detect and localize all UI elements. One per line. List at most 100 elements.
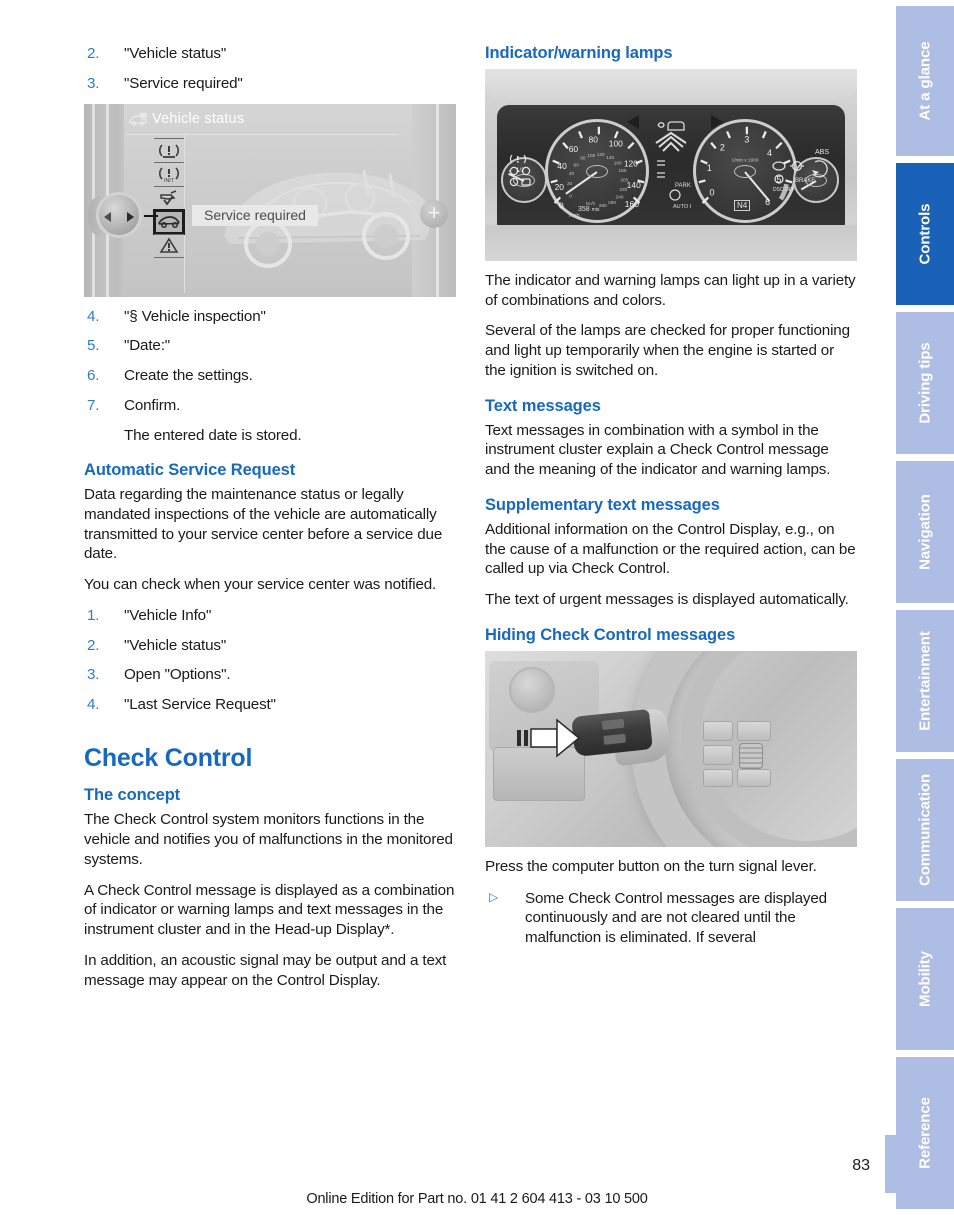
- svg-text:120: 120: [597, 152, 605, 157]
- step-text: "Vehicle status": [124, 636, 227, 654]
- screen-title: Vehicle status: [152, 110, 245, 127]
- manual-page: 2. "Vehicle status" 3. "Service required…: [0, 0, 954, 1215]
- step-number: 1.: [87, 606, 100, 624]
- vehicle-icon: [129, 112, 147, 126]
- paragraph: The indicator and warning lamps can ligh…: [485, 271, 856, 309]
- list-item: 7. Confirm. The entered date is stored.: [84, 396, 456, 446]
- center-indicator-strip: PARK AUTO H: [651, 113, 694, 229]
- step-text: "Service required": [124, 74, 243, 92]
- sidebar-item-at-a-glance[interactable]: At a glance: [896, 6, 954, 156]
- bullet-text: Some Check Control messages are displaye…: [525, 889, 827, 947]
- sidebar-item-mobility[interactable]: Mobility: [896, 908, 954, 1050]
- bullet-list: ▷ Some Check Control messages are displa…: [485, 889, 857, 948]
- sidebar-item-reference[interactable]: Reference: [896, 1057, 954, 1209]
- tab-label: Navigation: [916, 494, 934, 570]
- warning-lamps-left: [509, 153, 545, 198]
- paragraph: The Check Control system monitors functi…: [84, 811, 453, 868]
- svg-text:100: 100: [609, 138, 623, 148]
- svg-text:140: 140: [606, 155, 614, 160]
- list-item: 2. "Vehicle status": [84, 44, 456, 64]
- paragraph: In addition, an acoustic signal may be o…: [84, 951, 447, 989]
- service-required-tooltip: Service required: [192, 204, 318, 226]
- svg-text:280: 280: [599, 203, 607, 208]
- list-item: 3. Open "Options".: [84, 665, 456, 685]
- paragraph: Data regarding the maintenance status or…: [84, 486, 443, 563]
- list-item: 4. "§ Vehicle inspection": [84, 307, 456, 327]
- callout-line: [144, 214, 158, 217]
- step-number: 6.: [87, 367, 100, 384]
- list-item: 5. "Date:": [84, 336, 456, 356]
- svg-text:0: 0: [569, 193, 572, 198]
- sidebar-item-entertainment[interactable]: Entertainment: [896, 610, 954, 752]
- svg-text:PARK: PARK: [675, 183, 691, 189]
- divider: [184, 134, 185, 293]
- sidebar-item-navigation[interactable]: Navigation: [896, 461, 954, 603]
- paragraph: A Check Control message is displayed as …: [84, 881, 455, 939]
- svg-text:60: 60: [574, 162, 580, 167]
- svg-text:260: 260: [608, 200, 616, 205]
- svg-text:20: 20: [555, 182, 565, 192]
- gear-indicator: N4: [734, 199, 751, 211]
- step-number: 2.: [87, 636, 100, 654]
- sidebar-item-communication[interactable]: Communication: [896, 759, 954, 901]
- list-item: 6. Create the settings.: [84, 366, 456, 386]
- svg-text:0: 0: [559, 201, 564, 211]
- page-edge-marker: [885, 1135, 896, 1193]
- speedometer: 0 20 40 60 80 100 120 140 160 mph 0 20 4…: [545, 118, 649, 223]
- steps-list-bottom: 4. "§ Vehicle inspection" 5. "Date:" 6. …: [84, 307, 456, 446]
- abs-lamp-label: ABS: [814, 148, 829, 156]
- heading-indicator-warning-lamps: Indicator/warning lamps: [485, 44, 673, 62]
- step-number: 5.: [87, 337, 100, 355]
- svg-text:80: 80: [580, 156, 586, 161]
- tab-label: At a glance: [916, 41, 934, 121]
- triangle-bullet-icon: ▷: [489, 889, 499, 904]
- cluster-face: 1/2 0 20 40 60 80 100 120 140 160 mph 0 …: [497, 104, 850, 260]
- step-text: Confirm.: [124, 396, 181, 414]
- cluster-base: [485, 224, 857, 261]
- step-number: 4.: [87, 307, 100, 325]
- status-icon-column: INIT: [154, 137, 184, 258]
- paragraph: Press the computer button on the turn si…: [485, 857, 817, 875]
- svg-text:2: 2: [720, 142, 725, 152]
- car-service-icon[interactable]: [154, 209, 184, 234]
- list-item: 4. "Last Service Request": [84, 695, 456, 715]
- left-column: 2. "Vehicle status" 3. "Service required…: [84, 44, 456, 1001]
- step-text: Create the settings.: [124, 367, 253, 384]
- svg-text:60: 60: [569, 144, 579, 154]
- light-switch-knob: [509, 666, 555, 713]
- general-warning-icon[interactable]: [154, 233, 184, 258]
- idrive-controller-icon[interactable]: [96, 191, 142, 238]
- page-number: 83: [852, 1157, 870, 1174]
- step-text: "Date:": [124, 337, 171, 355]
- svg-text:INIT: INIT: [164, 178, 175, 183]
- chapter-tab-sidebar: At a glance Controls Driving tips Naviga…: [896, 0, 954, 1215]
- turn-signal-lever-figure: [485, 650, 857, 847]
- sidebar-item-controls[interactable]: Controls: [896, 163, 954, 305]
- svg-text:220: 220: [619, 187, 627, 192]
- svg-text:180: 180: [619, 168, 627, 173]
- heading-the-concept: The concept: [84, 786, 181, 805]
- svg-text:160: 160: [625, 199, 639, 209]
- svg-text:40: 40: [557, 161, 567, 171]
- tire-pressure-init-icon[interactable]: INIT: [154, 161, 184, 186]
- tire-pressure-warning-icon[interactable]: [154, 137, 184, 162]
- tab-label: Controls: [916, 203, 934, 265]
- svg-text:20: 20: [567, 181, 573, 186]
- vehicle-status-figure: Vehicle status INIT Service required +: [84, 103, 456, 297]
- sidebar-item-driving-tips[interactable]: Driving tips: [896, 312, 954, 454]
- list-item: 3. "Service required": [84, 74, 456, 94]
- plus-button-icon[interactable]: +: [420, 199, 448, 228]
- step-note: The entered date is stored.: [124, 426, 302, 444]
- list-item: 1. "Vehicle Info": [84, 606, 456, 626]
- paragraph: You can check when your service center w…: [84, 576, 437, 594]
- oil-service-icon[interactable]: [154, 185, 184, 210]
- paragraph: Text messages in combination with a symb…: [485, 421, 831, 479]
- step-text: Open "Options".: [124, 666, 231, 684]
- svg-text:200: 200: [620, 177, 628, 182]
- step-text: "§ Vehicle inspection": [124, 307, 266, 325]
- heading-text-messages: Text messages: [485, 396, 601, 415]
- svg-text:mph: mph: [569, 213, 580, 219]
- svg-text:140: 140: [627, 180, 641, 190]
- svg-text:3: 3: [744, 135, 749, 145]
- svg-text:1/min x 1000: 1/min x 1000: [732, 158, 759, 163]
